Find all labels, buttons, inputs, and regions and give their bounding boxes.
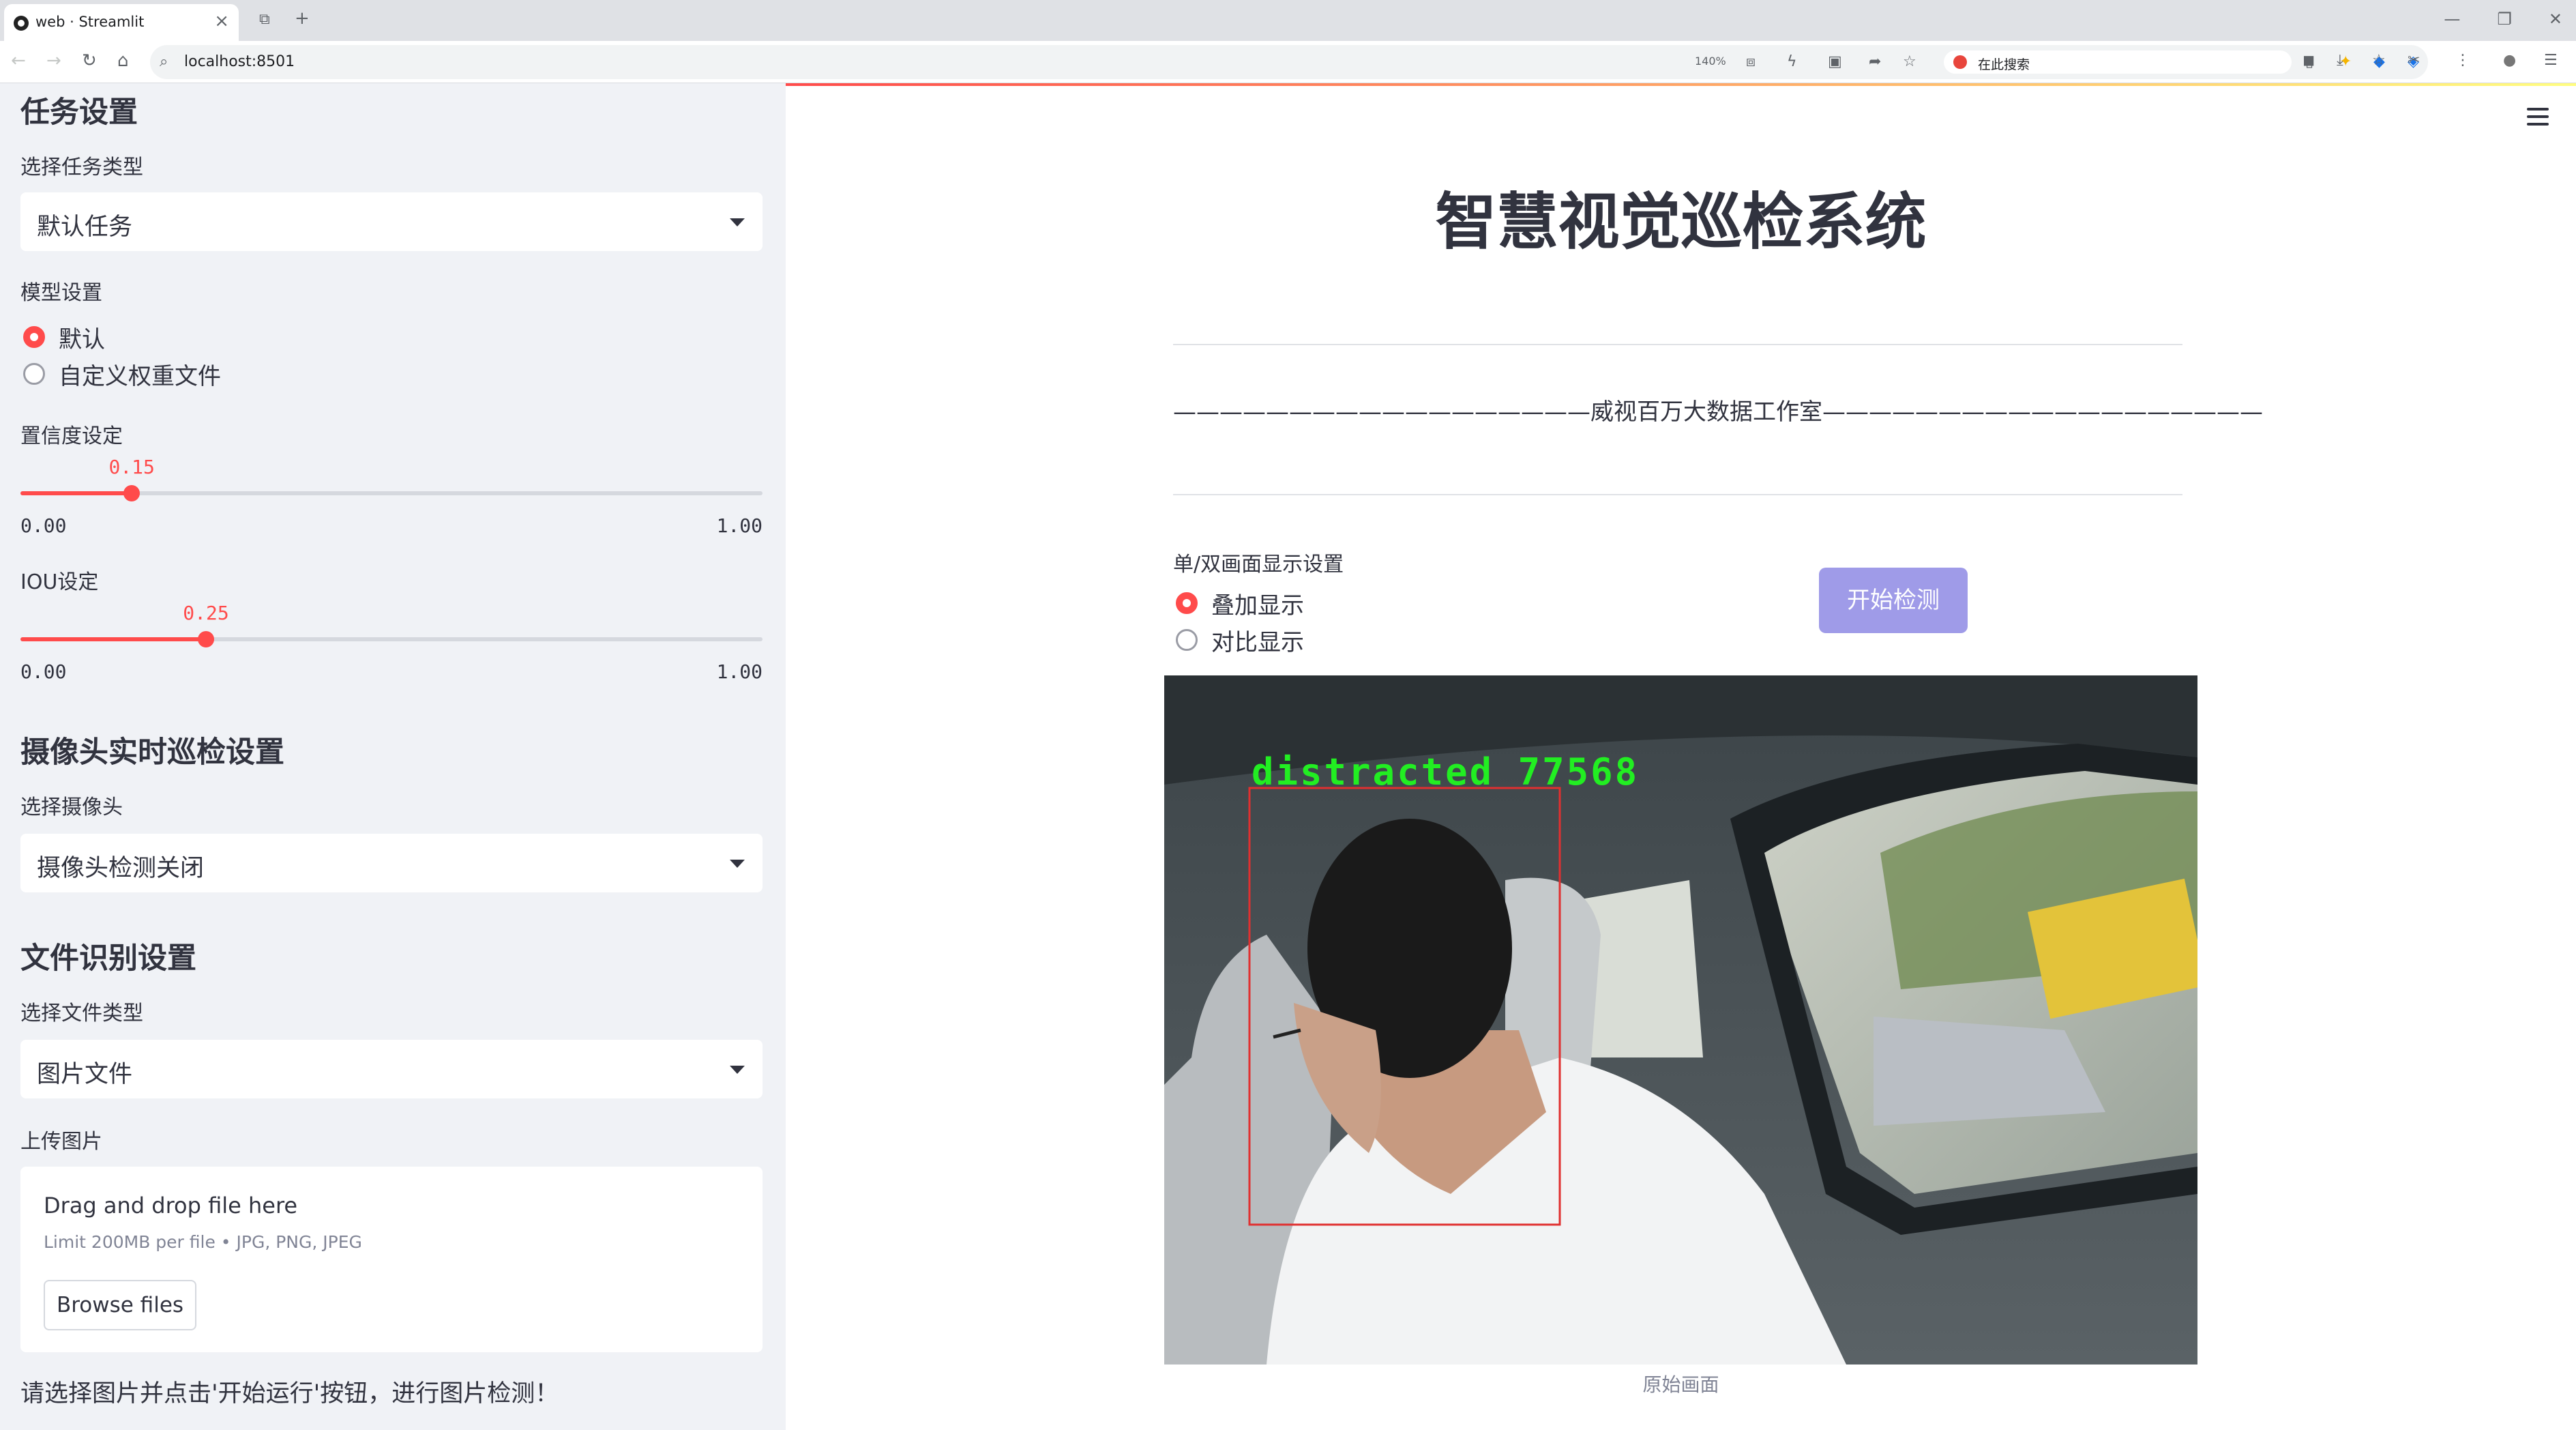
bookmark-star-icon[interactable]: ☆ (1903, 53, 1916, 71)
slider-thumb[interactable] (198, 631, 214, 647)
file-section-heading: 文件识别设置 (20, 942, 196, 976)
tab-title: web · Streamlit (35, 14, 145, 30)
screenshot-icon[interactable]: ▣ (1828, 53, 1842, 71)
favorites-icon[interactable]: ☆ (2372, 52, 2386, 70)
model-option-custom[interactable]: 自定义权重文件 (23, 359, 221, 390)
translate-icon[interactable]: ⧈ (1746, 53, 1756, 71)
slider-min: 0.00 (20, 660, 67, 683)
model-option-label: 自定义权重文件 (59, 362, 221, 390)
display-option-compare[interactable]: 对比显示 (1176, 625, 1304, 656)
radio-selected-icon (1176, 592, 1198, 614)
chevron-down-icon (730, 218, 745, 227)
file-type-select[interactable]: 图片文件 (20, 1040, 763, 1098)
model-option-label: 默认 (59, 325, 105, 353)
slider-max: 1.00 (716, 660, 763, 683)
upload-limit-text: Limit 200MB per file • JPG, PNG, JPEG (44, 1232, 362, 1252)
extension-4-icon[interactable]: ◼ (2303, 52, 2315, 70)
radio-unselected-icon (23, 363, 45, 385)
camera-select[interactable]: 摄像头检测关闭 (20, 834, 763, 892)
divider (1173, 344, 2182, 345)
file-uploader-dropzone[interactable]: Drag and drop file here Limit 200MB per … (20, 1167, 763, 1352)
image-caption: 原始画面 (1642, 1373, 1719, 1396)
cut-icon[interactable]: ✂ (2408, 52, 2420, 70)
radio-selected-icon (23, 326, 45, 348)
display-option-label: 叠加显示 (1211, 592, 1304, 619)
display-option-label: 对比显示 (1211, 628, 1304, 656)
address-bar[interactable]: ⌕ localhost:8501 140% ⧈ ϟ ▣ ➦ ☆ 在此搜索 ▯ ✦… (150, 45, 2428, 79)
close-tab-icon[interactable]: × (214, 11, 229, 31)
detection-label: distracted 77568 (1252, 750, 1640, 793)
file-type-label: 选择文件类型 (20, 1002, 143, 1025)
slider-value: 0.25 (183, 602, 229, 624)
sidebar: 任务设置 选择任务类型 默认任务 模型设置 默认 自定义权重文件 置信度设定 0… (0, 83, 786, 1430)
upload-hint: 请选择图片并点击'开始运行'按钮，进行图片检测！ (20, 1380, 559, 1407)
profile-avatar-icon[interactable]: ● (2503, 52, 2516, 70)
task-type-value: 默认任务 (37, 214, 133, 241)
browser-tab[interactable]: web · Streamlit × (4, 4, 239, 41)
chevron-down-icon (730, 1066, 745, 1074)
camera-section-heading: 摄像头实时巡检设置 (20, 735, 284, 770)
back-icon[interactable]: ← (11, 52, 26, 70)
lightning-icon[interactable]: ϟ (1787, 53, 1797, 71)
task-section-heading: 任务设置 (20, 96, 138, 130)
start-detection-button[interactable]: 开始检测 (1819, 568, 1968, 633)
credit-line: ——————————————————威视百万大数据工作室————————————… (1173, 398, 2263, 426)
task-type-select[interactable]: 默认任务 (20, 192, 763, 251)
camera-value: 摄像头检测关闭 (37, 855, 205, 882)
browser-menu-icon[interactable]: ☰ (2544, 52, 2558, 70)
search-placeholder: 在此搜索 (1978, 57, 2030, 72)
zoom-level[interactable]: 140% (1695, 55, 1726, 68)
search-engine-icon (1953, 55, 1967, 69)
conf-label: 置信度设定 (20, 424, 123, 448)
window-controls: — ❐ ✕ (2444, 10, 2562, 29)
download-icon[interactable]: ⤓ (2337, 52, 2343, 70)
main-content: 智慧视觉巡检系统 ——————————————————威视百万大数据工作室———… (786, 83, 2576, 1430)
confidence-slider[interactable]: 0.15 0.00 1.00 (20, 456, 763, 537)
browser-toolbar: ← → ↻ ⌂ ⌕ localhost:8501 140% ⧈ ϟ ▣ ➦ ☆ … (0, 41, 2576, 83)
slider-min: 0.00 (20, 514, 67, 537)
model-option-default[interactable]: 默认 (23, 322, 105, 353)
upload-drag-text: Drag and drop file here (44, 1193, 298, 1219)
upload-label: 上传图片 (20, 1130, 102, 1154)
camera-label: 选择摄像头 (20, 796, 123, 819)
divider (1173, 494, 2182, 495)
header-decoration (786, 83, 2576, 86)
radio-unselected-icon (1176, 629, 1198, 651)
slider-fill (20, 491, 132, 495)
hamburger-menu-icon[interactable] (2527, 108, 2549, 130)
home-icon[interactable]: ⌂ (117, 52, 129, 70)
browse-files-button[interactable]: Browse files (44, 1280, 196, 1330)
iou-slider[interactable]: 0.25 0.00 1.00 (20, 602, 763, 683)
tab-groups-icon[interactable]: ⧉ (259, 11, 270, 29)
detection-result-image: distracted 77568 (1164, 675, 2197, 1365)
iou-label: IOU设定 (20, 570, 99, 594)
slider-thumb[interactable] (123, 485, 140, 501)
more-menu-icon[interactable]: ⋮ (2455, 52, 2470, 70)
site-search-icon: ⌕ (160, 53, 168, 70)
minimize-icon[interactable]: — (2444, 10, 2460, 29)
streamlit-favicon-icon (14, 16, 29, 31)
slider-value: 0.15 (108, 456, 155, 478)
forward-icon[interactable]: → (46, 52, 61, 70)
share-icon[interactable]: ➦ (1869, 53, 1881, 71)
display-option-overlay[interactable]: 叠加显示 (1176, 588, 1304, 619)
chevron-down-icon (730, 860, 745, 868)
slider-fill (20, 637, 206, 641)
url-text: localhost:8501 (184, 53, 295, 70)
file-type-value: 图片文件 (37, 1061, 133, 1088)
browser-tabbar: web · Streamlit × ⧉ + — ❐ ✕ (0, 0, 2576, 41)
display-mode-label: 单/双画面显示设置 (1173, 553, 1344, 577)
slider-max: 1.00 (716, 514, 763, 537)
task-type-label: 选择任务类型 (20, 156, 143, 179)
browser-search-box[interactable]: 在此搜索 (1944, 50, 2292, 74)
close-window-icon[interactable]: ✕ (2549, 10, 2562, 29)
new-tab-icon[interactable]: + (295, 10, 310, 27)
page-title: 智慧视觉巡检系统 (1435, 186, 1927, 258)
restore-icon[interactable]: ❐ (2497, 10, 2512, 29)
reload-icon[interactable]: ↻ (82, 52, 97, 70)
model-label: 模型设置 (20, 281, 102, 305)
